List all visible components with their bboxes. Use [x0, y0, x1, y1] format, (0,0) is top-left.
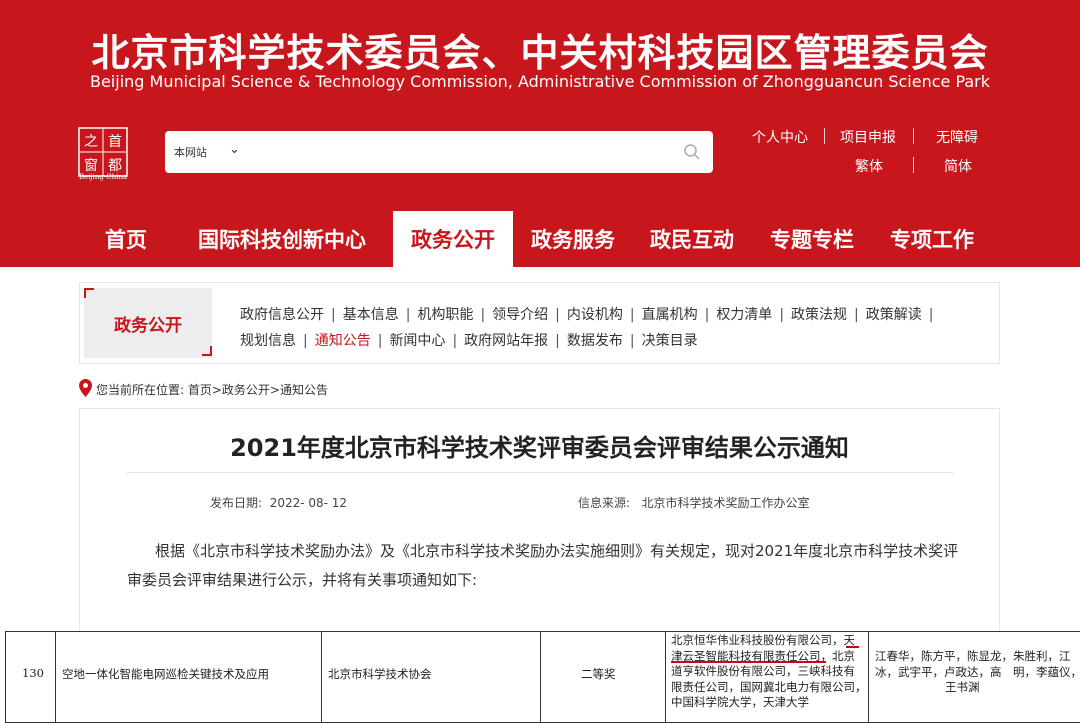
submenu-item-news[interactable]: 新闻中心: [389, 330, 445, 350]
info-source: 信息来源: 北京市科学技术奖励工作办公室: [578, 494, 810, 511]
divider: [913, 157, 914, 173]
units-line: 限责任公司，国网冀北电力有限公司，: [671, 679, 867, 694]
date-value: 2022- 08- 12: [269, 496, 348, 510]
nav-interaction[interactable]: 政民互动: [634, 211, 750, 267]
submenu-item-notices[interactable]: 通知公告: [315, 330, 371, 350]
submenu-item-policies[interactable]: 政策法规: [791, 304, 847, 324]
location-pin-icon: [79, 379, 92, 397]
article-paragraph-line-1: 根据《北京市科学技术奖励办法》及《北京市科学技术奖励办法实施细则》有关规定，现对…: [155, 542, 959, 560]
cell-units: 北京恒华伟业科技股份有限公司，天 津云圣智能科技有限责任公司，北京 道亨软件股份…: [671, 633, 867, 711]
units-line: 道亨软件股份有限公司，三峡科技有: [671, 664, 855, 678]
submenu-item-annual-report[interactable]: 政府网站年报: [464, 330, 548, 350]
units-line: 中国科学院大学，天津大学: [671, 695, 809, 709]
submenu-item-internal-depts[interactable]: 内设机构: [567, 304, 623, 324]
submenu-row-1: 政府信息公开 | 基本信息 | 机构职能 | 领导介绍 | 内设机构 | 直属机构 | 权力清单 | 政策法…: [240, 304, 990, 324]
breadcrumb-path[interactable]: 首页>政务公开>通知公告: [188, 383, 328, 397]
search-icon[interactable]: [683, 143, 701, 161]
submenu-item-functions[interactable]: 机构职能: [417, 304, 473, 324]
submenu-item-planning[interactable]: 规划信息: [240, 330, 296, 350]
submenu-item-leaders[interactable]: 领导介绍: [492, 304, 548, 324]
submenu-row-2: 规划信息 | 通知公告 | 新闻中心 | 政府网站年报 | 数据发布 | 决策目录: [240, 330, 990, 350]
submenu-item-data-release[interactable]: 数据发布: [567, 330, 623, 350]
submenu-item-policy-interpretation[interactable]: 政策解读: [866, 304, 922, 324]
highlight-underline: [671, 661, 826, 663]
cell-nominator: 北京市科学技术协会: [328, 667, 432, 681]
title-divider: [127, 472, 953, 473]
units-line: 北京恒华伟业科技股份有限公司，天: [671, 633, 855, 647]
people-line: 王书渊: [945, 680, 980, 694]
search-input[interactable]: [255, 137, 655, 167]
traditional-chinese-link[interactable]: 繁体: [855, 156, 883, 176]
people-line: 江春华，陈方平，陈显龙，朱胜利，江: [875, 649, 1071, 663]
cell-people: 江春华，陈方平，陈显龙，朱胜利，江 冰，武宇平，卢政达，高 明，李蕴仪， 王书渊: [875, 649, 1080, 696]
article-paragraph-line-2: 审委员会评审结果进行公示，并将有关事项通知如下:: [127, 571, 478, 589]
nav-home[interactable]: 首页: [88, 211, 164, 267]
nav-gov-services[interactable]: 政务服务: [515, 211, 631, 267]
submenu-item-affiliates[interactable]: 直属机构: [642, 304, 698, 324]
chevron-down-icon[interactable]: ⌄: [229, 142, 240, 157]
submenu-item-basic-info[interactable]: 基本信息: [343, 304, 399, 324]
submenu-item-decision-catalog[interactable]: 决策目录: [642, 330, 698, 350]
table-border: [5, 631, 1080, 632]
site-title-cn: 北京市科学技术委员会、中关村科技园区管理委员会: [91, 31, 989, 75]
cell-number: 130: [22, 666, 44, 680]
nav-special-work[interactable]: 专项工作: [874, 211, 990, 267]
project-apply-link[interactable]: 项目申报: [840, 127, 896, 147]
highlight-underline: [846, 646, 859, 648]
section-label: 政务公开: [114, 316, 182, 336]
table-border: [868, 631, 869, 723]
cell-project-name: 空地一体化智能电网巡检关键技术及应用: [62, 667, 269, 681]
source-value: 北京市科学技术奖励工作办公室: [641, 496, 810, 510]
capital-window-logo[interactable]: 首 都 之 窗: [78, 127, 128, 177]
svg-text:之: 之: [84, 134, 98, 150]
table-border: [55, 631, 56, 723]
accessibility-link[interactable]: 无障碍: [936, 127, 978, 147]
table-border: [5, 631, 6, 723]
breadcrumb-prefix: 您当前所在位置:: [96, 383, 185, 397]
nav-gov-affairs[interactable]: 政务公开: [393, 211, 513, 267]
corner-decoration: [202, 346, 212, 356]
logo-subtitle: Beijing-China: [78, 173, 128, 181]
simplified-chinese-link[interactable]: 简体: [944, 156, 972, 176]
svg-text:窗: 窗: [84, 157, 98, 174]
nav-special-topics[interactable]: 专题专栏: [754, 211, 870, 267]
results-table-row: 130 空地一体化智能电网巡检关键技术及应用 北京市科学技术协会 二等奖 北京恒…: [0, 631, 1080, 723]
search-scope-select[interactable]: 本网站: [174, 144, 207, 160]
source-label: 信息来源:: [578, 496, 631, 510]
nav-innovation-center[interactable]: 国际科技创新中心: [184, 211, 380, 267]
corner-decoration: [84, 288, 94, 298]
breadcrumb: 您当前所在位置: 首页>政务公开>通知公告: [96, 381, 328, 398]
search-bar: 本网站 ⌄: [165, 131, 713, 173]
table-border: [321, 631, 322, 723]
submenu-item-gov-info[interactable]: 政府信息公开: [240, 304, 324, 324]
site-title-en: Beijing Municipal Science & Technology C…: [89, 72, 991, 91]
table-border: [665, 631, 666, 723]
divider: [824, 128, 825, 144]
people-line: 冰，武宇平，卢政达，高 明，李蕴仪，: [875, 664, 1080, 679]
article-title: 2021年度北京市科学技术奖评审委员会评审结果公示通知: [230, 434, 849, 462]
svg-text:首: 首: [108, 134, 122, 150]
publish-date: 发布日期: 2022- 08- 12: [210, 494, 347, 511]
cell-award-level: 二等奖: [581, 667, 616, 681]
personal-center-link[interactable]: 个人中心: [752, 127, 808, 147]
submenu-item-power-list[interactable]: 权力清单: [716, 304, 772, 324]
table-border: [540, 631, 541, 723]
divider: [913, 128, 914, 144]
date-label: 发布日期:: [210, 496, 263, 510]
svg-text:都: 都: [108, 158, 122, 174]
